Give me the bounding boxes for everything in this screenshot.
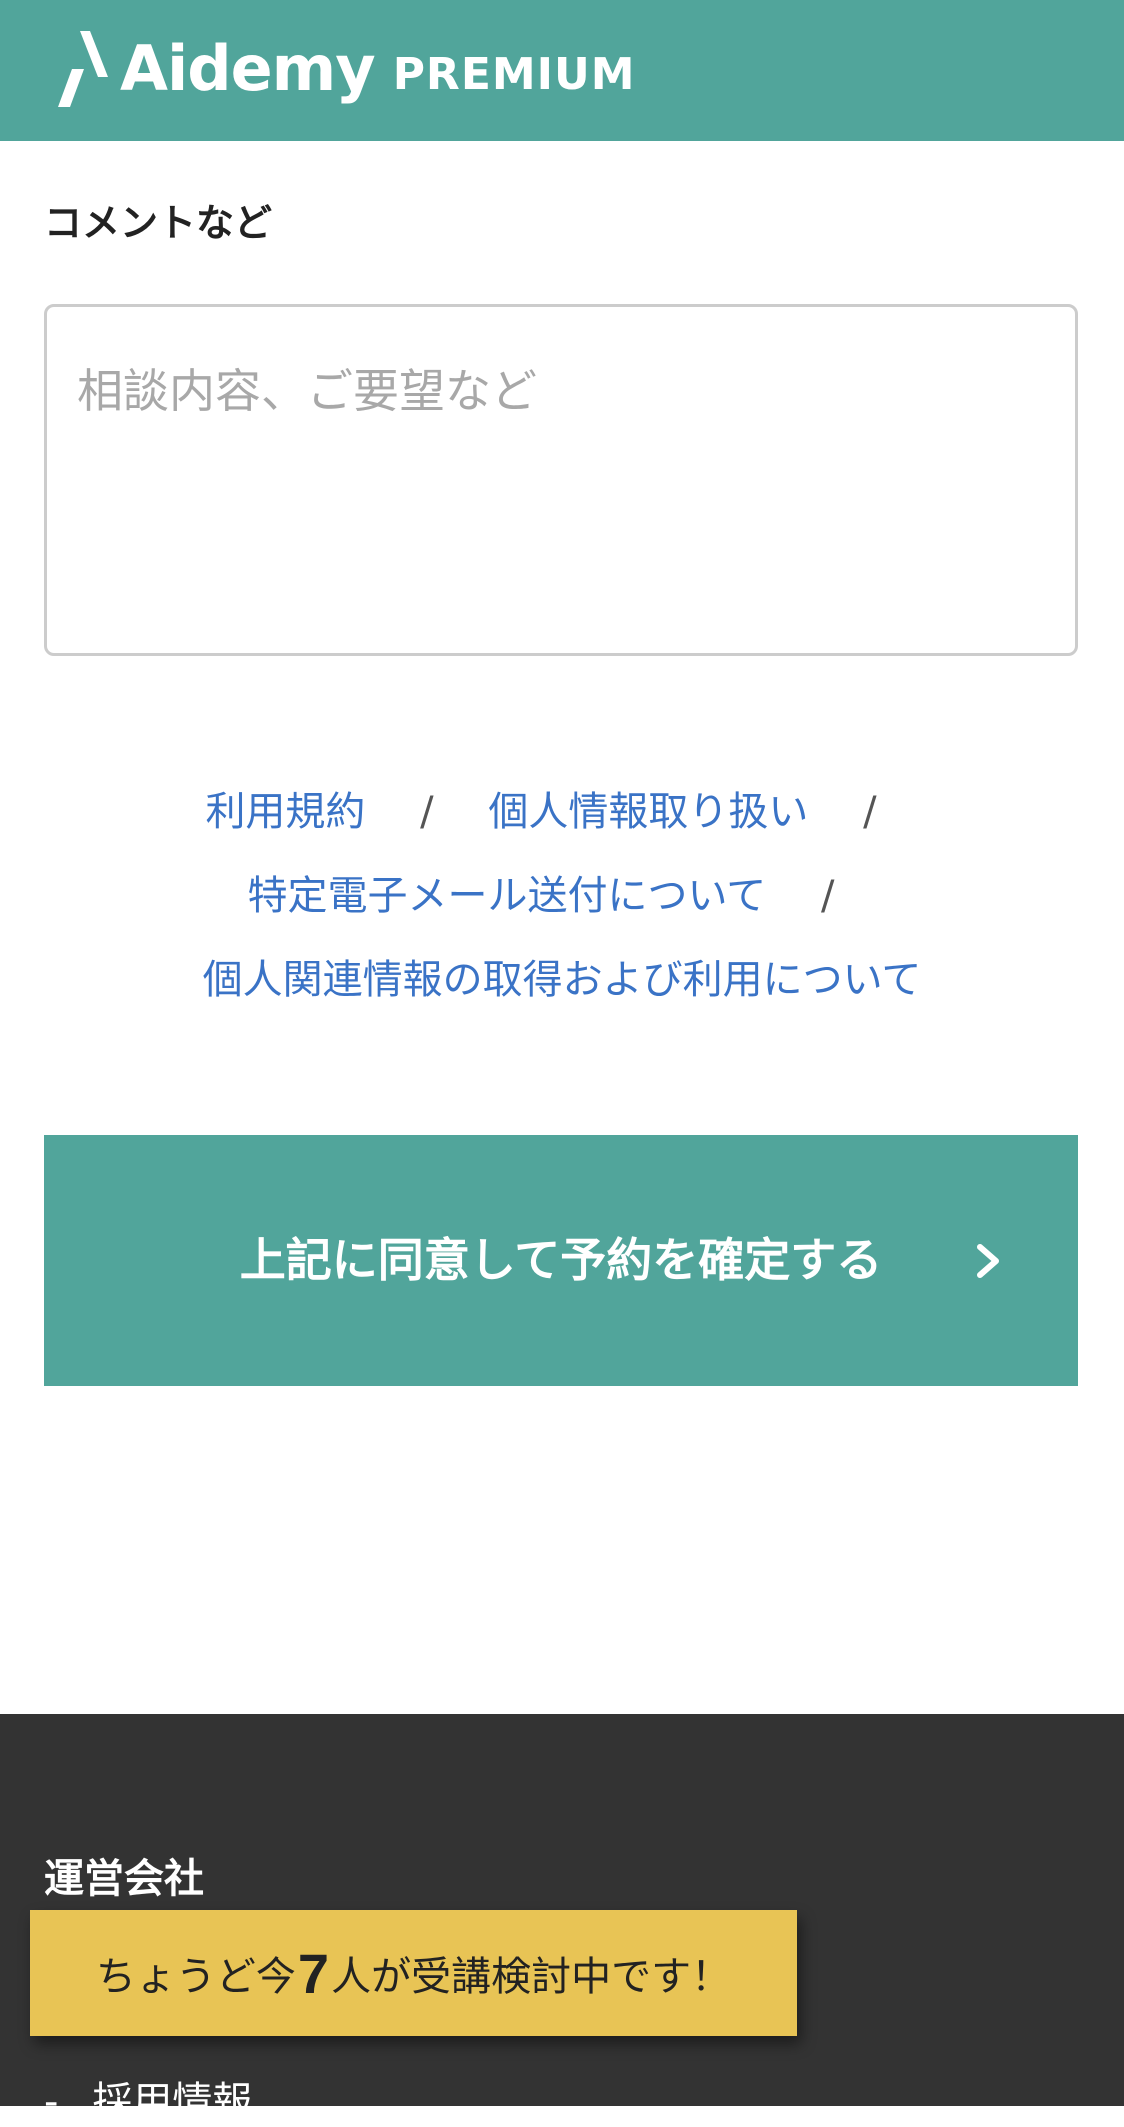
confirm-reservation-label: 上記に同意して予約を確定する xyxy=(239,1233,883,1287)
logo-premium-label: PREMIUM xyxy=(392,49,636,100)
email-policy-link[interactable]: 特定電子メール送付について xyxy=(247,873,766,919)
footer-item-dash: - xyxy=(44,2079,59,2125)
policy-links: 利用規約 / 個人情報取り扱い / 特定電子メール送付について / 個人関連情報… xyxy=(0,770,1124,1022)
policy-links-row-2: 特定電子メール送付について / xyxy=(0,854,1124,938)
banner-suffix: 人が受講検討中です！ xyxy=(331,1954,732,2000)
confirm-reservation-button[interactable]: 上記に同意して予約を確定する xyxy=(44,1135,1078,1386)
comment-label: コメントなど xyxy=(44,201,273,245)
footer-item-label: 採用情報 xyxy=(92,2079,253,2125)
privacy-link[interactable]: 個人情報取り扱い xyxy=(488,789,808,835)
terms-link[interactable]: 利用規約 xyxy=(205,789,365,835)
personal-info-link[interactable]: 個人関連情報の取得および利用について xyxy=(203,957,922,1003)
link-separator: / xyxy=(863,789,877,835)
banner-prefix: ちょうど今 xyxy=(95,1954,296,2000)
policy-links-row-3: 個人関連情報の取得および利用について xyxy=(0,938,1124,1022)
chevron-right-icon xyxy=(977,1244,999,1278)
footer-recruit-link[interactable]: - 採用情報 xyxy=(44,2069,252,2127)
aidemy-logo-mark-icon xyxy=(58,31,108,107)
app-header: Aidemy PREMIUM xyxy=(0,0,1124,141)
logo-wordmark: Aidemy xyxy=(120,32,376,105)
link-separator: / xyxy=(821,873,835,919)
viewer-count: 7 xyxy=(297,1941,330,2005)
footer-company-heading: 運営会社 xyxy=(44,1856,204,1902)
aidemy-premium-logo[interactable]: Aidemy PREMIUM xyxy=(58,24,636,114)
comment-textarea[interactable] xyxy=(44,304,1078,656)
policy-links-row-1: 利用規約 / 個人情報取り扱い / xyxy=(0,770,1124,854)
link-separator: / xyxy=(420,789,434,835)
viewer-count-banner: ちょうど今 7 人が受講検討中です！ xyxy=(30,1910,797,2036)
